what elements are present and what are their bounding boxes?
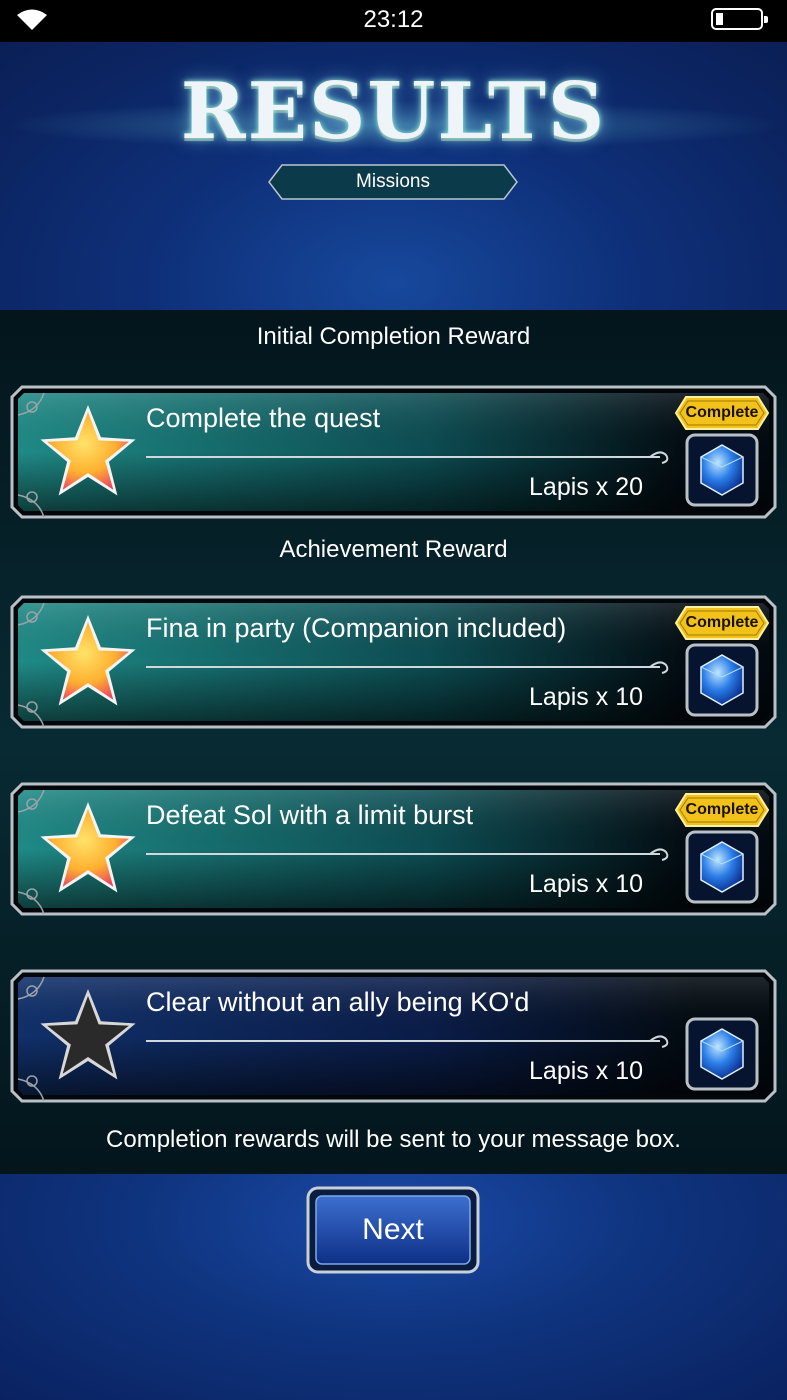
lapis-gem-icon (685, 830, 759, 904)
mission-reward: Lapis x 10 (529, 870, 643, 898)
initial-reward-label: Initial Completion Reward (256, 323, 531, 350)
mission-name: Complete the quest (146, 403, 381, 433)
achievement-reward-label: Achievement Reward (279, 536, 508, 563)
results-header: RESULTS Missions (0, 42, 787, 310)
battery-icon (711, 8, 768, 30)
lapis-gem-icon (685, 643, 759, 717)
complete-badge-label: Complete (685, 404, 759, 421)
next-button-label[interactable]: Next (306, 1186, 480, 1274)
gold-star-icon (40, 405, 136, 496)
empty-star-icon (40, 989, 136, 1080)
complete-badge-label: Complete (685, 614, 759, 631)
complete-badge-label: Complete (685, 801, 759, 818)
mission-row: Defeat Sol with a limit burst Lapis x 10… (10, 782, 777, 916)
lapis-gem-icon (685, 433, 759, 507)
gold-star-icon (40, 802, 136, 893)
clock: 23:12 (363, 6, 424, 33)
mission-reward: Lapis x 10 (529, 683, 643, 711)
mission-reward: Lapis x 20 (529, 473, 643, 501)
lapis-gem-icon (685, 1017, 759, 1091)
subtitle: Missions (356, 171, 430, 192)
mission-name: Clear without an ally being KO'd (146, 987, 530, 1017)
rewards-note: Completion rewards will be sent to your … (106, 1126, 681, 1153)
mission-name: Defeat Sol with a limit burst (146, 800, 474, 830)
mission-name: Fina in party (Companion included) (146, 613, 567, 643)
status-bar: 23:12 (0, 0, 787, 42)
mission-row: Fina in party (Companion included) Lapis… (10, 595, 777, 729)
mission-reward: Lapis x 10 (529, 1057, 643, 1085)
page-title: RESULTS (180, 66, 607, 157)
mission-row: Clear without an ally being KO'd Lapis x… (10, 969, 777, 1103)
mission-row: Complete the quest Lapis x 20 Complete (10, 385, 777, 519)
gold-star-icon (40, 615, 136, 706)
